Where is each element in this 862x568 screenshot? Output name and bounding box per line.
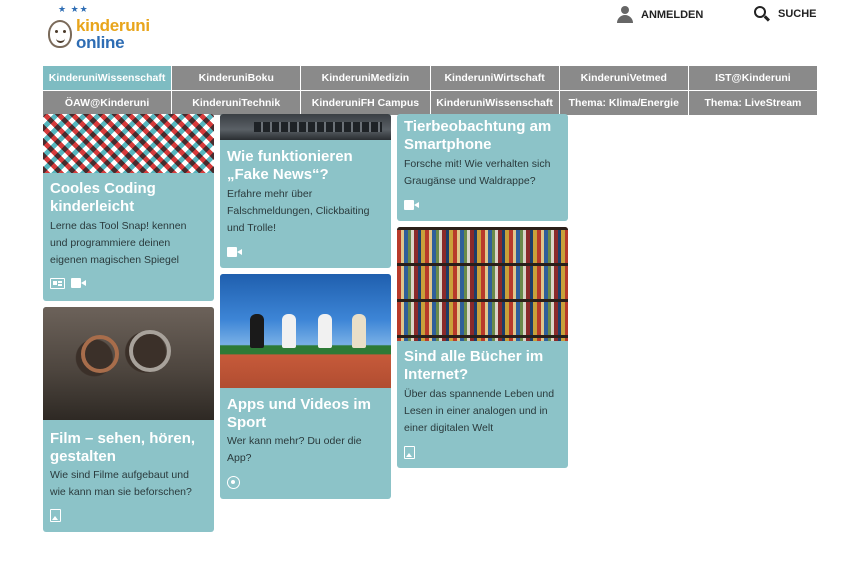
kid-figure: [250, 314, 264, 348]
child-face-icon: [48, 20, 72, 48]
nav-item-thema-livestream[interactable]: Thema: LiveStream: [688, 91, 818, 115]
site-logo[interactable]: ★ ★★ kinderuni online: [46, 4, 156, 54]
nav-item-kinderunimedizin[interactable]: KinderuniMedizin: [301, 66, 431, 90]
card-media-icons: [50, 509, 61, 522]
card-image-coding: [43, 114, 214, 173]
nav-item-kinderuniwissenschaft[interactable]: KinderuniWissenschaft: [43, 66, 173, 90]
card-description: Wie sind Filme aufgebaut und wie kann ma…: [50, 469, 192, 498]
search-link[interactable]: SUCHE: [754, 6, 817, 22]
search-label: SUCHE: [778, 8, 817, 20]
card-description: Über das spannende Leben und Lesen in ei…: [404, 388, 555, 434]
card-description: Wer kann mehr? Du oder die App?: [227, 435, 362, 464]
nav-item-kinderunivetmed[interactable]: KinderuniVetmed: [559, 66, 689, 90]
document-icon: [50, 278, 65, 289]
video-icon: [404, 200, 419, 210]
card-image-film-projector: [43, 307, 214, 420]
video-icon: [71, 278, 86, 288]
logo-text-online: online: [76, 33, 125, 52]
nav-row-1: KinderuniWissenschaft KinderuniBoku Kind…: [43, 66, 818, 90]
card-tierbeobachtung[interactable]: Tierbeobachtung am Smartphone Forsche mi…: [397, 114, 568, 221]
nav-item-kinderuniwissenschaft-2[interactable]: KinderuniWissenschaft: [430, 91, 560, 115]
card-fake-news[interactable]: Wie funktionieren „Fake News“? Erfahre m…: [220, 114, 391, 268]
card-description: Forsche mit! Wie verhalten sich Graugäns…: [404, 158, 551, 187]
video-icon: [227, 247, 242, 257]
nav-row-2: ÖAW@Kinderuni KinderuniTechnik Kinderuni…: [43, 91, 818, 115]
card-media-icons: [404, 446, 415, 459]
kid-figure: [352, 314, 366, 348]
nav-item-thema-klima-energie[interactable]: Thema: Klima/Energie: [559, 91, 689, 115]
card-title: Tierbeobachtung am Smartphone: [404, 118, 552, 153]
card-media-icons: [227, 476, 240, 489]
kid-figure: [282, 314, 296, 348]
card-image-jumping-kids: [220, 274, 391, 388]
card-title: Sind alle Bücher im Internet?: [404, 348, 544, 383]
card-media-icons: [404, 200, 419, 210]
kid-figure: [318, 314, 332, 348]
card-buecher-internet[interactable]: Sind alle Bücher im Internet? Über das s…: [397, 227, 568, 468]
card-cooles-coding[interactable]: Cooles Coding kinderleicht Lerne das Too…: [43, 114, 214, 301]
card-apps-sport[interactable]: Apps und Videos im Sport Wer kann mehr? …: [220, 274, 391, 499]
card-title: Film – sehen, hören, gestalten: [50, 430, 196, 465]
card-title: Cooles Coding kinderleicht: [50, 180, 156, 215]
card-film[interactable]: Film – sehen, hören, gestalten Wie sind …: [43, 307, 214, 532]
main-navigation: KinderuniWissenschaft KinderuniBoku Kind…: [43, 66, 818, 116]
card-title: Apps und Videos im Sport: [227, 396, 371, 431]
image-icon: [404, 446, 415, 459]
nav-item-kinderuniwirtschaft[interactable]: KinderuniWirtschaft: [430, 66, 560, 90]
card-description: Erfahre mehr über Falschmeldungen, Click…: [227, 188, 370, 234]
card-description: Lerne das Tool Snap! kennen und programm…: [50, 220, 187, 266]
user-icon: [617, 6, 633, 23]
login-link[interactable]: ANMELDEN: [617, 6, 703, 23]
nav-item-oeaw-kinderuni[interactable]: ÖAW@Kinderuni: [43, 91, 173, 115]
nav-item-kinderunitechnik[interactable]: KinderuniTechnik: [172, 91, 302, 115]
image-icon: [50, 509, 61, 522]
podcast-icon: [227, 476, 240, 489]
card-image-bookshelf: [397, 227, 568, 341]
nav-item-kinderuniboku[interactable]: KinderuniBoku: [172, 66, 302, 90]
search-icon: [754, 6, 771, 22]
stars-icon: ★ ★★: [58, 4, 89, 14]
login-label: ANMELDEN: [641, 8, 704, 21]
card-title: Wie funktionieren „Fake News“?: [227, 148, 353, 183]
card-media-icons: [227, 247, 242, 257]
nav-item-kinderunifh-campus[interactable]: KinderuniFH Campus: [301, 91, 431, 115]
card-media-icons: [50, 278, 86, 289]
card-image-laptop: [220, 114, 391, 140]
nav-item-ist-kinderuni[interactable]: IST@Kinderuni: [688, 66, 818, 90]
